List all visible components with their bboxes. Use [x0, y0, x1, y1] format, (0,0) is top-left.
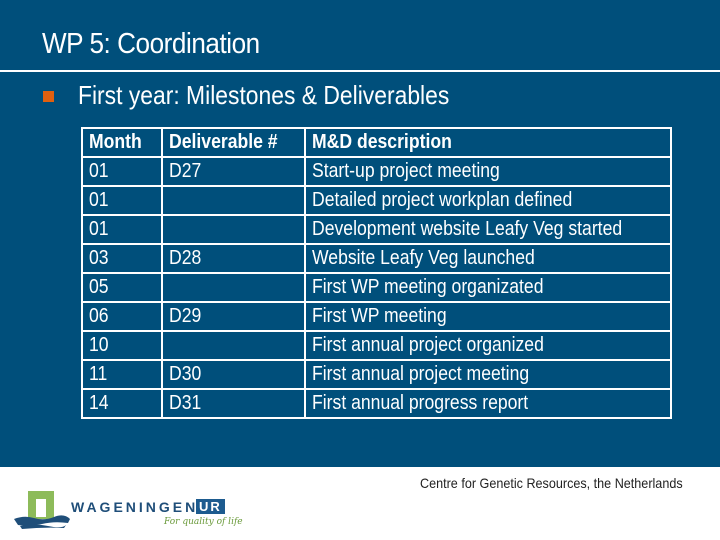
table-row: 03 D28 Website Leafy Veg launched	[81, 243, 673, 274]
table-row: 14 D31 First annual progress report	[81, 388, 673, 419]
slide-title: WP 5: Coordination	[42, 28, 260, 60]
cell-month: 06	[81, 301, 163, 332]
cell-description: Start-up project meeting	[303, 156, 673, 187]
logo-tagline: For quality of life	[164, 517, 243, 527]
cell-month: 10	[81, 330, 163, 361]
cell-deliverable: D28	[160, 243, 306, 274]
cell-description: First annual progress report	[303, 388, 673, 419]
cell-description: First WP meeting	[303, 301, 673, 332]
cell-month: 01	[81, 185, 163, 216]
logo-ur-badge: UR	[196, 499, 225, 514]
organization-name: Centre for Genetic Resources, the Nether…	[420, 475, 683, 491]
header-deliverable: Deliverable #	[160, 127, 306, 158]
table-header-row: Month Deliverable # M&D description	[81, 127, 673, 158]
cell-month: 01	[81, 214, 163, 245]
bullet-square-icon	[43, 91, 54, 102]
table-row: 01 Detailed project workplan defined	[81, 185, 673, 216]
logo-arch-icon	[14, 491, 70, 529]
milestones-table: Month Deliverable # M&D description 01 D2…	[81, 127, 673, 419]
header-description: M&D description	[303, 127, 673, 158]
header-month: Month	[81, 127, 163, 158]
bullet-text: First year: Milestones & Deliverables	[78, 80, 450, 110]
cell-deliverable: D30	[160, 359, 306, 390]
cell-deliverable	[160, 330, 306, 361]
cell-deliverable	[160, 214, 306, 245]
table-row: 06 D29 First WP meeting	[81, 301, 673, 332]
cell-description: First annual project organized	[303, 330, 673, 361]
cell-deliverable: D27	[160, 156, 306, 187]
cell-description: First WP meeting organizated	[303, 272, 673, 303]
logo-wordmark: WAGENINGEN	[71, 499, 199, 515]
cell-month: 01	[81, 156, 163, 187]
cell-month: 14	[81, 388, 163, 419]
cell-deliverable: D29	[160, 301, 306, 332]
table-row: 01 D27 Start-up project meeting	[81, 156, 673, 187]
cell-deliverable: D31	[160, 388, 306, 419]
table-row: 11 D30 First annual project meeting	[81, 359, 673, 390]
cell-month: 05	[81, 272, 163, 303]
cell-description: Development website Leafy Veg started	[303, 214, 673, 245]
cell-month: 11	[81, 359, 163, 390]
slide-body: WP 5: Coordination First year: Milestone…	[0, 0, 720, 467]
table-row: 01 Development website Leafy Veg started	[81, 214, 673, 245]
cell-month: 03	[81, 243, 163, 274]
table-row: 10 First annual project organized	[81, 330, 673, 361]
title-divider	[0, 70, 720, 72]
cell-deliverable	[160, 185, 306, 216]
cell-description: Website Leafy Veg launched	[303, 243, 673, 274]
wageningen-ur-logo: WAGENINGEN UR For quality of life	[14, 489, 244, 531]
cell-deliverable	[160, 272, 306, 303]
cell-description: First annual project meeting	[303, 359, 673, 390]
table-row: 05 First WP meeting organizated	[81, 272, 673, 303]
cell-description: Detailed project workplan defined	[303, 185, 673, 216]
